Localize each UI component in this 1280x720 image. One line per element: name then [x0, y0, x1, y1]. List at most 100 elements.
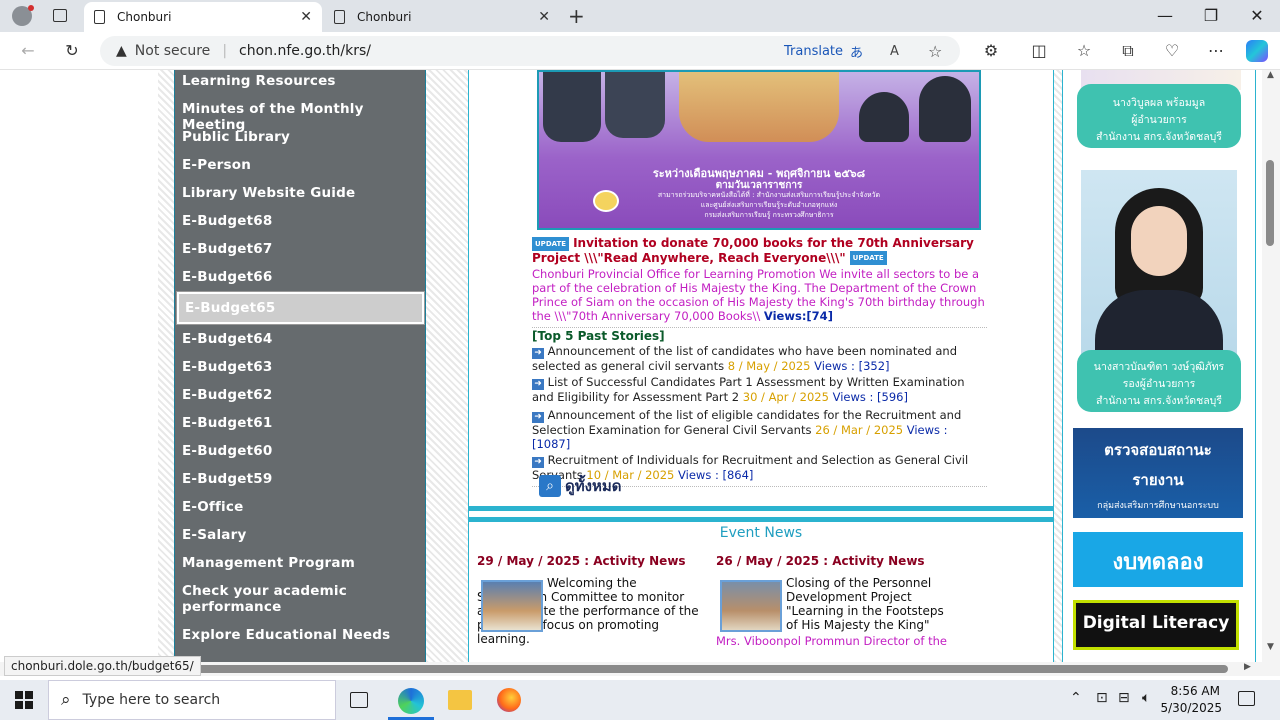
address-bar[interactable]: ▲ Not secure | chon.nfe.go.th/krs/ Trans… [100, 36, 960, 66]
banner-text-line5: กรมส่งเสริมการเรียนรู้ กระทรวงศึกษาธิการ [704, 211, 834, 219]
tab-actions-icon[interactable] [53, 9, 67, 22]
task-view-icon[interactable] [350, 692, 368, 708]
sidebar-menu: Learning Resources Minutes of the Monthl… [174, 70, 426, 662]
link-status-bar: chonburi.dole.go.th/budget65/ [4, 656, 201, 676]
taskbar-search[interactable]: ⌕ Type here to search [48, 680, 336, 720]
person-office: สำนักงาน สกร.จังหวัดชลบุรี [1096, 395, 1222, 407]
event-thumbnail[interactable] [720, 580, 782, 632]
event-date: 26 / May / 2025 : Activity News [716, 554, 925, 568]
sidebar-item-e-budget66[interactable]: E-Budget66 [182, 269, 272, 285]
sidebar-item-learning-resources[interactable]: Learning Resources [182, 73, 336, 89]
sidebar-item-e-budget61[interactable]: E-Budget61 [182, 415, 272, 431]
collections-icon[interactable]: ⧉ [1117, 41, 1139, 61]
update-badge: UPDATE [849, 251, 887, 265]
person-name: นางวิบูลผล พร้อมมูล [1112, 97, 1206, 109]
event-card[interactable]: 29 / May / 2025 : Activity News Welcomin… [477, 554, 707, 646]
clock-date[interactable]: 5/30/2025 [1150, 701, 1222, 715]
extensions-icon[interactable]: ⚙ [980, 41, 1002, 60]
tray-chevron-icon[interactable]: ⌃ [1070, 690, 1082, 706]
search-placeholder: Type here to search [82, 692, 221, 708]
featured-title[interactable]: UPDATE Invitation to donate 70,000 books … [532, 236, 992, 265]
top5-list: ➜ Announcement of the list of candidates… [532, 344, 987, 487]
person-title: รองผู้อำนวยการ [1122, 378, 1196, 390]
sidebar-item-public-library[interactable]: Public Library [182, 129, 290, 145]
favorites-icon[interactable]: ☆ [1073, 41, 1095, 60]
tray-network-icon[interactable]: ⊡ [1096, 690, 1108, 706]
sidebar-item-e-person[interactable]: E-Person [182, 157, 251, 173]
sidebar-item-academic-performance[interactable]: Check your academic performance [182, 583, 372, 615]
new-tab-icon[interactable]: + [568, 4, 585, 28]
security-label[interactable]: Not secure [135, 43, 211, 59]
digital-literacy-banner[interactable]: Digital Literacy [1073, 600, 1239, 650]
scroll-right-arrow[interactable]: ▶ [1244, 662, 1251, 672]
person-card[interactable]: นางวิบูลผล พร้อมมูล ผู้อำนวยการ สำนักงาน… [1077, 84, 1241, 148]
arrow-icon: ➜ [532, 457, 544, 468]
vertical-scrollbar[interactable]: ▲ ▼ [1262, 70, 1280, 676]
performance-icon[interactable]: ♡ [1161, 41, 1183, 60]
read-aloud-icon[interactable]: A [890, 44, 899, 59]
sidebar-item-e-budget63[interactable]: E-Budget63 [182, 359, 272, 375]
translate-label[interactable]: Translate [784, 44, 843, 59]
more-menu-icon[interactable]: ⋯ [1205, 41, 1227, 60]
sidebar-item-e-budget65[interactable]: E-Budget65 [185, 300, 275, 316]
student-figure [605, 72, 665, 138]
notifications-icon[interactable] [1238, 691, 1255, 706]
scroll-thumb[interactable] [1266, 160, 1274, 246]
sidebar-item-e-budget62[interactable]: E-Budget62 [182, 387, 272, 403]
event-thumbnail[interactable] [481, 580, 543, 632]
back-icon[interactable]: ← [17, 41, 39, 60]
sidebar-item-management-program[interactable]: Management Program [182, 555, 355, 571]
split-screen-icon[interactable]: ◫ [1028, 41, 1050, 60]
sidebar-item-educational-needs[interactable]: Explore Educational Needs [182, 627, 390, 643]
right-panel: นางวิบูลผล พร้อมมูล ผู้อำนวยการ สำนักงาน… [1062, 70, 1256, 662]
edge-taskbar-icon[interactable] [398, 688, 424, 714]
minimize-icon[interactable]: — [1150, 6, 1180, 25]
decor-stripe [158, 70, 174, 662]
sidebar-item-e-budget68[interactable]: E-Budget68 [182, 213, 272, 229]
restore-icon[interactable]: ❐ [1196, 6, 1226, 25]
scroll-up-arrow[interactable]: ▲ [1267, 70, 1274, 80]
refresh-icon[interactable]: ↻ [61, 41, 83, 60]
list-item[interactable]: ➜ List of Successful Candidates Part 1 A… [532, 375, 972, 404]
clock-time[interactable]: 8:56 AM [1150, 684, 1220, 698]
close-window-icon[interactable]: ✕ [1242, 6, 1272, 25]
close-tab-icon[interactable]: ✕ [300, 9, 312, 25]
sidebar-item-e-budget59[interactable]: E-Budget59 [182, 471, 272, 487]
url-text[interactable]: chon.nfe.go.th/krs/ [239, 43, 371, 59]
tab-chonburi-1[interactable]: Chonburi ✕ [84, 2, 322, 32]
file-explorer-icon[interactable] [448, 690, 472, 710]
sidebar-item-e-salary[interactable]: E-Salary [182, 527, 246, 543]
person-card[interactable]: นางสาวบัณฑิตา วงษ์วุฒิภัทร รองผู้อำนวยกา… [1077, 350, 1241, 412]
tab-chonburi-2[interactable]: Chonburi ✕ [324, 2, 560, 32]
tray-wifi-icon[interactable]: ⊟ [1118, 690, 1130, 706]
scroll-thumb[interactable] [178, 665, 1228, 673]
windows-start-icon[interactable] [15, 691, 33, 709]
sidebar-item-e-budget60[interactable]: E-Budget60 [182, 443, 272, 459]
student-figure [919, 76, 971, 142]
view-all-button[interactable]: ⌕ ดูทั้งหมด [539, 474, 621, 498]
close-tab-icon[interactable]: ✕ [538, 9, 550, 25]
scroll-down-arrow[interactable]: ▼ [1267, 642, 1274, 652]
sidebar-item-e-office[interactable]: E-Office [182, 499, 243, 515]
person-office: สำนักงาน สกร.จังหวัดชลบุรี [1096, 131, 1222, 143]
donation-banner[interactable]: ระหว่างเดือนพฤษภาคม - พฤศจิกายน ๒๕๖๘ ตาม… [537, 70, 981, 230]
copilot-icon[interactable] [1246, 40, 1268, 62]
decor-stripe [426, 70, 468, 662]
list-item[interactable]: ➜ Announcement of the list of eligible c… [532, 408, 972, 451]
arrow-icon: ➜ [532, 348, 544, 359]
firefox-icon[interactable] [497, 688, 521, 712]
event-subtext: Mrs. Viboonpol Prommun Director of the [716, 634, 947, 648]
status-report-banner[interactable]: ตรวจสอบสถานะ รายงาน กลุ่มส่งเสริมการศึกษ… [1073, 428, 1243, 518]
event-text: Closing of the Personnel Development Pro… [786, 576, 944, 632]
featured-views: Views:[74] [763, 309, 833, 323]
favorite-star-icon[interactable]: ☆ [928, 42, 942, 61]
trial-budget-banner[interactable]: งบทดลอง [1073, 532, 1243, 587]
event-date: 29 / May / 2025 : Activity News [477, 554, 686, 568]
sidebar-item-e-budget64[interactable]: E-Budget64 [182, 331, 272, 347]
sidebar-item-e-budget67[interactable]: E-Budget67 [182, 241, 272, 257]
sidebar-item-library-guide[interactable]: Library Website Guide [182, 185, 355, 201]
list-item[interactable]: ➜ Announcement of the list of candidates… [532, 344, 972, 373]
translate-icon[interactable]: あ [850, 42, 863, 61]
warning-icon[interactable]: ▲ [116, 43, 127, 59]
event-card[interactable]: 26 / May / 2025 : Activity News Closing … [716, 554, 956, 648]
